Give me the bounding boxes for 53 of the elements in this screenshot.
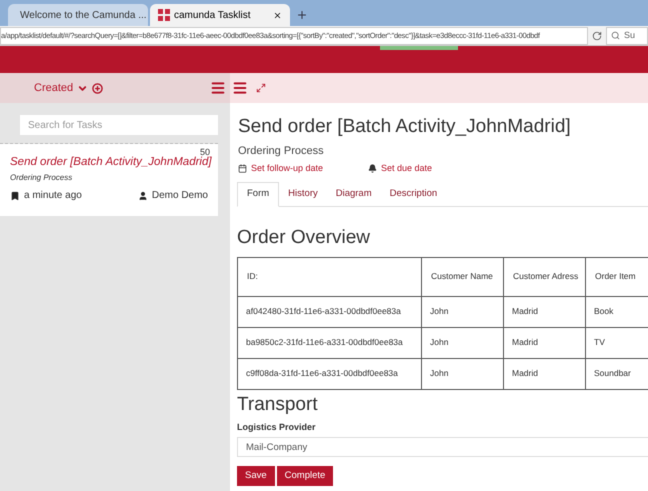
- bell-icon: [368, 164, 377, 174]
- task-card[interactable]: Send order [Batch Activity_JohnMadrid] 50 Ordering Process a minute ago Demo Demo: [0, 144, 218, 216]
- browser-search-field[interactable]: Su: [606, 26, 648, 44]
- expand-icon[interactable]: [256, 83, 266, 93]
- table-cell: Madrid: [504, 358, 586, 389]
- tab-title: camunda Tasklist: [174, 8, 252, 22]
- calendar-icon: [238, 164, 247, 174]
- assignee-name: Demo Demo: [152, 189, 208, 204]
- field-label: Logistics Provider: [237, 420, 317, 434]
- column-header: ID:: [238, 257, 422, 296]
- add-sort-icon[interactable]: [92, 82, 104, 94]
- due-date-link[interactable]: Set due date: [368, 162, 432, 176]
- tab[interactable]: Diagram: [326, 182, 381, 206]
- browser-tab[interactable]: camunda Tasklist: [150, 4, 290, 26]
- section-heading: Transport: [237, 392, 319, 416]
- section-heading: Order Overview: [237, 226, 372, 250]
- table-cell: Madrid: [504, 296, 586, 327]
- search-field[interactable]: Search for Tasks: [20, 115, 218, 135]
- logistics-provider-field[interactable]: Mail-Company: [237, 437, 648, 457]
- menu-icon[interactable]: [232, 80, 248, 96]
- tab[interactable]: History: [279, 182, 327, 206]
- table-cell: John: [422, 358, 504, 389]
- task-title: Send order [Batch Activity_JohnMadrid]: [10, 156, 213, 170]
- close-icon[interactable]: [273, 10, 282, 20]
- menu-icon[interactable]: [210, 80, 226, 96]
- table-cell: John: [422, 296, 504, 327]
- new-tab-icon[interactable]: [296, 9, 308, 21]
- column-header: Customer Name: [422, 257, 504, 296]
- form-button[interactable]: Complete: [276, 466, 334, 486]
- tab[interactable]: Description: [380, 182, 446, 206]
- created-time: a minute ago: [24, 189, 82, 204]
- tab-title: Welcome to the Camunda ...: [20, 8, 147, 22]
- column-header: Order Item: [586, 257, 648, 296]
- form-button[interactable]: Save: [237, 466, 275, 486]
- process-name: Ordering Process: [237, 144, 325, 158]
- follow-up-date-link[interactable]: Set follow-up date: [238, 162, 368, 176]
- process-name: Ordering Process: [10, 172, 74, 184]
- table-cell: ba9850c2-31fd-11e6-a331-00dbdf0ee83a: [238, 327, 422, 358]
- sort-label[interactable]: Created: [34, 80, 74, 96]
- task-title: Send order [Batch Activity_JohnMadrid]: [237, 115, 572, 139]
- table-cell: Madrid: [504, 327, 586, 358]
- search-icon: [611, 31, 620, 40]
- table-cell: c9ff08da-31fd-11e6-a331-00dbdf0ee83a: [238, 358, 422, 389]
- reload-icon[interactable]: [592, 30, 602, 40]
- browser-tab[interactable]: Welcome to the Camunda ...: [8, 4, 148, 26]
- tab[interactable]: Form: [237, 182, 280, 206]
- bookmark-icon: [10, 190, 20, 201]
- priority-value: 50: [200, 146, 210, 157]
- column-header: Customer Adress: [504, 257, 586, 296]
- user-icon: [138, 190, 148, 201]
- table-cell: af042480-31fd-11e6-a331-00dbdf0ee83a: [238, 296, 422, 327]
- table-cell: John: [422, 327, 504, 358]
- camunda-logo-icon: [158, 9, 170, 21]
